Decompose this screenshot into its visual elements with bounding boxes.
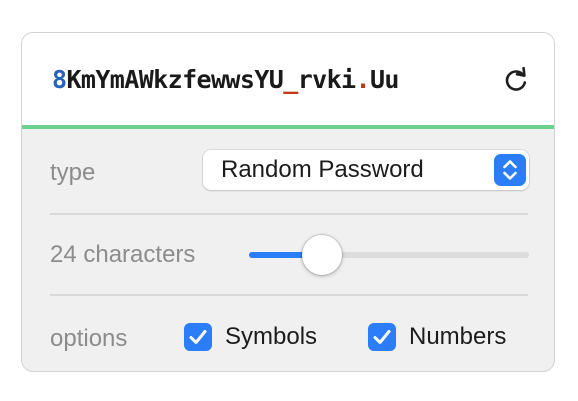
divider bbox=[50, 213, 528, 215]
chevron-up-down-icon bbox=[494, 154, 526, 186]
password-segment-symbol: . bbox=[355, 65, 371, 94]
symbols-label: Symbols bbox=[225, 323, 318, 350]
password-segment-digit: 8 bbox=[52, 65, 67, 94]
password-segment-letter: KmYmAWkzfewwsYU bbox=[66, 65, 284, 94]
length-slider[interactable] bbox=[249, 235, 529, 275]
password-header: 8KmYmAWkzfewwsYU_rvki.Uu bbox=[22, 33, 554, 129]
slider-thumb[interactable] bbox=[301, 235, 342, 275]
options-label: options bbox=[50, 325, 128, 352]
type-select[interactable]: Random Password bbox=[203, 150, 529, 190]
refresh-button[interactable] bbox=[501, 65, 531, 95]
password-generator-panel: 8KmYmAWkzfewwsYU_rvki.Uu type Random Pas… bbox=[21, 32, 555, 372]
password-segment-letter: Uu bbox=[369, 65, 400, 94]
password-segment-letter: rvki bbox=[297, 65, 356, 94]
generated-password[interactable]: 8KmYmAWkzfewwsYU_rvki.Uu bbox=[52, 65, 399, 94]
type-label: type bbox=[50, 159, 96, 186]
password-segment-symbol: _ bbox=[283, 65, 298, 94]
type-select-value: Random Password bbox=[221, 156, 424, 183]
numbers-label: Numbers bbox=[409, 323, 507, 350]
checkmark-icon bbox=[184, 323, 212, 351]
divider bbox=[50, 294, 528, 296]
length-label: 24 characters bbox=[50, 241, 196, 268]
checkmark-icon bbox=[368, 323, 396, 351]
refresh-icon bbox=[505, 66, 527, 91]
